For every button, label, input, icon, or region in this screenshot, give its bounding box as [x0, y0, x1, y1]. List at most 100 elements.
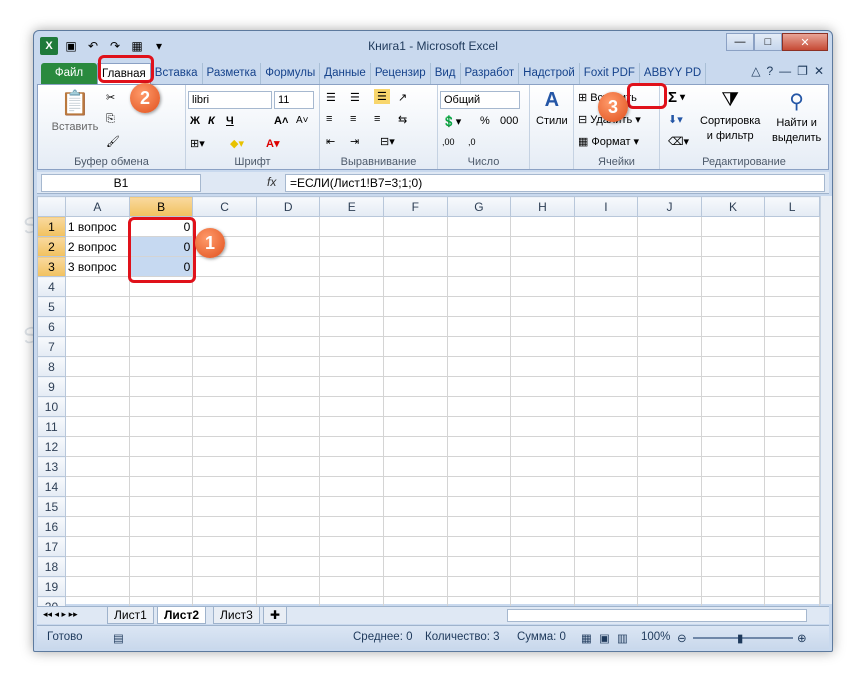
row-header[interactable]: 10 — [37, 396, 66, 417]
increase-indent-icon[interactable]: ⇥ — [350, 135, 359, 148]
cell-k19[interactable] — [700, 576, 766, 597]
cell-e7[interactable] — [319, 336, 385, 357]
row-header[interactable]: 15 — [37, 496, 66, 517]
cell-h14[interactable] — [510, 476, 575, 497]
cell-a5[interactable] — [64, 296, 130, 317]
cell-f12[interactable] — [383, 436, 448, 457]
cell-i15[interactable] — [573, 496, 639, 517]
align-bottom-icon[interactable]: ☰ — [374, 89, 390, 104]
cell-i16[interactable] — [573, 516, 639, 537]
cell-h3[interactable] — [510, 256, 575, 277]
cell-a3[interactable]: 3 вопрос — [64, 256, 130, 277]
cell-l17[interactable] — [764, 536, 820, 557]
page-layout-view-icon[interactable]: ▣ — [599, 631, 610, 645]
cell-e5[interactable] — [319, 296, 385, 317]
font-size-dropdown[interactable]: 11 — [274, 91, 314, 109]
increase-decimal-icon[interactable]: ,00 — [442, 137, 455, 147]
cell-j18[interactable] — [637, 556, 702, 577]
help-icon[interactable]: ? — [766, 64, 773, 78]
cell-i11[interactable] — [573, 416, 639, 437]
column-header-e[interactable]: E — [319, 196, 385, 217]
cell-e8[interactable] — [319, 356, 385, 377]
cell-i14[interactable] — [573, 476, 639, 497]
cell-e15[interactable] — [319, 496, 385, 517]
row-header[interactable]: 16 — [37, 516, 66, 537]
cell-f16[interactable] — [383, 516, 448, 537]
formula-input[interactable]: =ЕСЛИ(Лист1!B7=3;1;0) — [285, 174, 825, 192]
underline-button[interactable]: Ч — [226, 115, 234, 127]
cell-h4[interactable] — [510, 276, 575, 297]
font-color-icon[interactable]: A▾ — [266, 137, 279, 150]
minimize-workbook-icon[interactable]: — — [779, 64, 791, 78]
zoom-level[interactable]: 100% — [641, 631, 670, 643]
cell-f6[interactable] — [383, 316, 448, 337]
cell-a8[interactable] — [64, 356, 130, 377]
cell-k14[interactable] — [700, 476, 766, 497]
cell-d11[interactable] — [255, 416, 321, 437]
sheet-tab-1[interactable]: Лист1 — [107, 607, 154, 624]
align-middle-icon[interactable]: ☰ — [350, 91, 360, 104]
cell-g19[interactable] — [446, 576, 512, 597]
cell-d2[interactable] — [255, 236, 321, 257]
cell-i4[interactable] — [573, 276, 639, 297]
cell-a4[interactable] — [64, 276, 130, 297]
cell-b9[interactable] — [128, 376, 194, 397]
macro-record-icon[interactable]: ▤ — [113, 631, 124, 645]
tab-data[interactable]: Данные — [320, 63, 371, 84]
cell-h6[interactable] — [510, 316, 575, 337]
row-header[interactable]: 12 — [37, 436, 66, 457]
row-header[interactable]: 4 — [37, 276, 66, 297]
cell-d19[interactable] — [255, 576, 321, 597]
cell-k18[interactable] — [700, 556, 766, 577]
tab-insert[interactable]: Вставка — [151, 63, 203, 84]
orientation-icon[interactable]: ↗ — [398, 91, 407, 104]
cell-d17[interactable] — [255, 536, 321, 557]
cell-c9[interactable] — [192, 376, 257, 397]
cell-l10[interactable] — [764, 396, 820, 417]
cell-h11[interactable] — [510, 416, 575, 437]
cell-b10[interactable] — [128, 396, 194, 417]
number-format-dropdown[interactable]: Общий — [440, 91, 520, 109]
row-header[interactable]: 19 — [37, 576, 66, 597]
cell-a12[interactable] — [64, 436, 130, 457]
cell-j16[interactable] — [637, 516, 702, 537]
cell-l15[interactable] — [764, 496, 820, 517]
align-left-icon[interactable]: ≡ — [326, 113, 332, 125]
cell-k15[interactable] — [700, 496, 766, 517]
select-all-corner[interactable] — [37, 196, 66, 217]
cell-h10[interactable] — [510, 396, 575, 417]
cell-f19[interactable] — [383, 576, 448, 597]
cell-k8[interactable] — [700, 356, 766, 377]
cell-f5[interactable] — [383, 296, 448, 317]
cell-l13[interactable] — [764, 456, 820, 477]
cell-j3[interactable] — [637, 256, 702, 277]
cell-e17[interactable] — [319, 536, 385, 557]
paste-button[interactable]: 📋 Вставить — [50, 89, 100, 133]
cell-l1[interactable] — [764, 216, 820, 237]
cell-l8[interactable] — [764, 356, 820, 377]
cell-f11[interactable] — [383, 416, 448, 437]
cell-k12[interactable] — [700, 436, 766, 457]
tab-file[interactable]: Файл — [41, 63, 97, 84]
cell-l4[interactable] — [764, 276, 820, 297]
zoom-in-icon[interactable]: ⊕ — [797, 631, 807, 645]
cell-g8[interactable] — [446, 356, 512, 377]
row-header[interactable]: 1 — [37, 216, 66, 237]
cell-a9[interactable] — [64, 376, 130, 397]
restore-workbook-icon[interactable]: ❐ — [797, 64, 808, 78]
cell-i13[interactable] — [573, 456, 639, 477]
cell-f4[interactable] — [383, 276, 448, 297]
cell-e3[interactable] — [319, 256, 385, 277]
fill-color-icon[interactable]: ◆▾ — [230, 137, 244, 150]
maximize-button[interactable]: □ — [754, 33, 782, 51]
cell-i6[interactable] — [573, 316, 639, 337]
cell-k1[interactable] — [700, 216, 766, 237]
cell-f2[interactable] — [383, 236, 448, 257]
cell-h5[interactable] — [510, 296, 575, 317]
cell-j8[interactable] — [637, 356, 702, 377]
cell-l14[interactable] — [764, 476, 820, 497]
row-header[interactable]: 6 — [37, 316, 66, 337]
cell-a11[interactable] — [64, 416, 130, 437]
cell-i12[interactable] — [573, 436, 639, 457]
cell-b14[interactable] — [128, 476, 194, 497]
